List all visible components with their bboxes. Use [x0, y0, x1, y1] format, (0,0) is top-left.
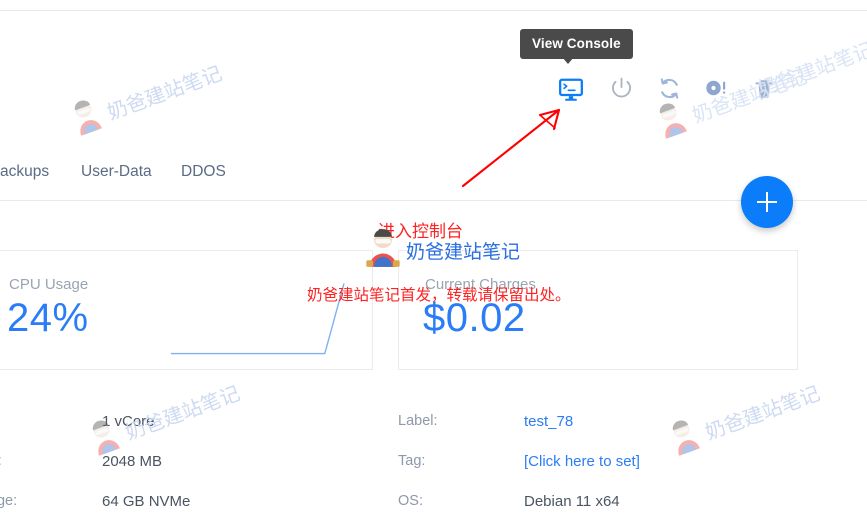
watermark-center: 奶爸建站笔记	[363, 228, 520, 273]
detail-label: orage:	[0, 493, 17, 509]
hero-figure-icon	[363, 228, 403, 273]
detail-label: AM:	[0, 453, 2, 469]
detail-row: AM: 2048 MB	[0, 445, 356, 485]
add-button[interactable]	[741, 176, 793, 228]
trash-icon	[752, 77, 776, 106]
annotation-notice: 奶爸建站笔记首发，转载请保留出处。	[307, 283, 571, 305]
hero-figure-icon	[63, 94, 111, 145]
detail-row: orage: 64 GB NVMe	[0, 485, 356, 525]
detail-value: 2048 MB	[102, 453, 162, 470]
detail-row: Tag: [Click here to set]	[398, 445, 798, 485]
delete-server-button[interactable]	[743, 70, 785, 112]
reinstall-os-button[interactable]	[695, 70, 737, 112]
refresh-icon	[657, 76, 682, 106]
detail-row: PU: 1 vCore	[0, 405, 356, 445]
card-cpu-label: CPU Usage	[9, 276, 88, 293]
detail-value: 64 GB NVMe	[102, 493, 190, 510]
detail-row: Label: test_78	[398, 405, 798, 445]
tab-ddos[interactable]: DDOS	[181, 163, 226, 181]
detail-label: OS:	[398, 493, 423, 509]
detail-label: Tag:	[398, 453, 425, 469]
card-cpu-usage: CPU Usage 24%	[0, 250, 373, 370]
details-column-left: PU: 1 vCore AM: 2048 MB orage: 64 GB NVM…	[0, 405, 356, 525]
card-cpu-value: 24%	[7, 296, 89, 341]
detail-value-tag-link[interactable]: [Click here to set]	[524, 453, 640, 470]
detail-value-label-link[interactable]: test_78	[524, 413, 573, 430]
power-icon	[609, 76, 634, 106]
tab-backups[interactable]: ackups	[0, 163, 49, 181]
power-button[interactable]	[600, 70, 642, 112]
tooltip-arrow	[562, 57, 574, 64]
tooltip-view-console: View Console	[520, 29, 633, 59]
detail-row: OS: Debian 11 x64	[398, 485, 798, 525]
detail-value: Debian 11 x64	[524, 493, 620, 510]
plus-icon	[757, 192, 777, 212]
disc-alert-icon	[703, 76, 729, 107]
detail-label: Label:	[398, 413, 438, 429]
watermark-text: 奶爸建站笔记	[103, 57, 226, 125]
annotation-arrow	[455, 88, 585, 193]
tab-divider	[0, 200, 867, 201]
watermark: 奶爸建站笔记	[63, 52, 227, 145]
watermark-text: 奶爸建站笔记	[406, 237, 520, 264]
reboot-button[interactable]	[648, 70, 690, 112]
details-column-right: Label: test_78 Tag: [Click here to set] …	[398, 405, 798, 525]
detail-value: 1 vCore	[102, 413, 155, 430]
top-divider	[0, 10, 867, 11]
tab-user-data[interactable]: User-Data	[81, 163, 152, 181]
